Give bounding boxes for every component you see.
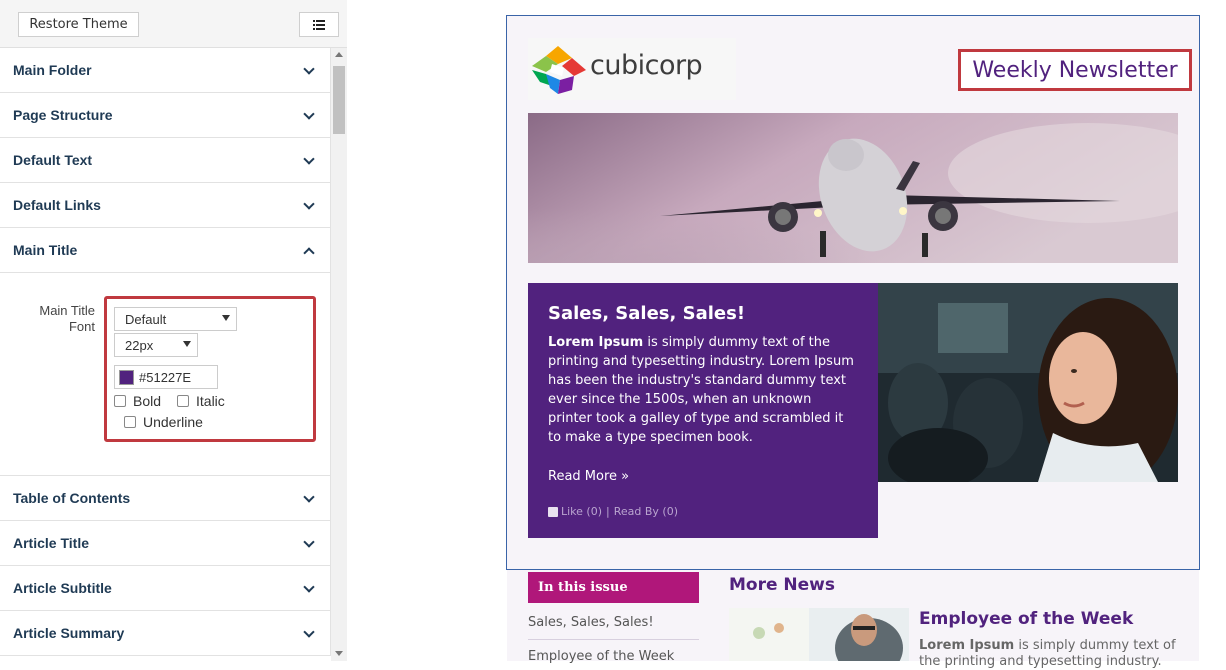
read-more-link[interactable]: Read More » <box>548 469 629 484</box>
chevron-down-icon <box>303 491 315 503</box>
restore-theme-button[interactable]: Restore Theme <box>18 12 139 37</box>
employee-photo <box>729 608 909 661</box>
panel-toolbar: Restore Theme <box>0 0 347 48</box>
scrollbar[interactable] <box>331 48 347 661</box>
dropdown-arrow-icon <box>183 341 191 347</box>
section-table-of-contents[interactable]: Table of Contents <box>0 476 331 521</box>
section-main-title[interactable]: Main Title <box>0 228 331 273</box>
chevron-down-icon <box>303 63 315 75</box>
section-label: Article Subtitle <box>13 580 112 596</box>
bold-label: Bold <box>133 393 162 409</box>
article-title: Sales, Sales, Sales! <box>548 303 746 324</box>
section-label: Article Summary <box>13 625 125 641</box>
section-label: Main Folder <box>13 62 92 78</box>
underline-label: Underline <box>143 414 203 430</box>
employee-summary: Lorem Ipsum is simply dummy text of the … <box>919 638 1179 670</box>
read-by-link[interactable]: Read By (0) <box>614 505 678 518</box>
toc-item-employee[interactable]: Employee of the Week <box>528 649 699 664</box>
chevron-up-icon <box>303 247 315 259</box>
font-family-select[interactable]: Default <box>114 307 237 331</box>
italic-checkbox[interactable] <box>177 395 189 407</box>
hero-airplane-image <box>528 113 1178 263</box>
section-label: Default Text <box>13 152 93 168</box>
toc-item-sales[interactable]: Sales, Sales, Sales! <box>528 615 699 630</box>
color-swatch[interactable] <box>119 369 134 385</box>
scroll-down-arrow-icon[interactable] <box>335 651 343 656</box>
scroll-up-arrow-icon[interactable] <box>335 52 343 57</box>
italic-option[interactable]: Italic <box>177 393 225 409</box>
font-settings-highlight: Default 22px #51227E Bold Italic Underli… <box>104 296 316 442</box>
meta-separator: | <box>606 505 610 518</box>
toc-divider <box>528 639 699 640</box>
cubicorp-logo-icon <box>532 46 586 94</box>
field-label-line: Main Title <box>39 303 95 318</box>
list-icon <box>313 19 325 30</box>
theme-panel: Restore Theme Main Folder Page Structure… <box>0 0 347 661</box>
article-summary: Lorem Ipsum is simply dummy text of the … <box>548 333 858 447</box>
field-label-line: Font <box>68 319 95 334</box>
chevron-down-icon <box>303 198 315 210</box>
article-photo-woman <box>878 283 1178 482</box>
list-view-button[interactable] <box>299 12 339 37</box>
toc-heading: In this issue <box>528 572 699 603</box>
article-meta: Like (0) | Read By (0) <box>548 505 678 518</box>
dropdown-arrow-icon <box>222 315 230 321</box>
section-article-summary[interactable]: Article Summary <box>0 611 331 656</box>
article-body-text: is simply dummy text of the printing and… <box>548 335 854 445</box>
section-main-folder[interactable]: Main Folder <box>0 48 331 93</box>
main-title-highlight[interactable]: Weekly Newsletter <box>958 49 1192 91</box>
underline-checkbox[interactable] <box>124 416 136 428</box>
chevron-down-icon <box>303 153 315 165</box>
more-news-heading: More News <box>729 575 836 595</box>
font-family-value: Default <box>125 311 167 327</box>
scrollbar-thumb[interactable] <box>333 66 345 134</box>
section-article-title[interactable]: Article Title <box>0 521 331 566</box>
font-size-value: 22px <box>125 337 154 353</box>
section-label: Article Title <box>13 535 89 551</box>
section-page-structure[interactable]: Page Structure <box>0 93 331 138</box>
employee-of-week-title[interactable]: Employee of the Week <box>919 609 1133 629</box>
italic-label: Italic <box>196 393 225 409</box>
section-label: Page Structure <box>13 107 113 123</box>
newsletter-title: Weekly Newsletter <box>972 57 1178 83</box>
section-default-text[interactable]: Default Text <box>0 138 331 183</box>
main-title-settings: Main Title Font Default 22px #51227E Bol… <box>0 273 331 476</box>
section-label: Table of Contents <box>13 490 131 506</box>
color-input[interactable]: #51227E <box>114 365 218 389</box>
chevron-down-icon <box>303 536 315 548</box>
like-link[interactable]: Like (0) <box>561 505 602 518</box>
settings-sections: Main Folder Page Structure Default Text … <box>0 48 331 661</box>
bold-checkbox[interactable] <box>114 395 126 407</box>
section-label: Default Links <box>13 197 101 213</box>
logo-wordmark: cubicorp <box>590 50 703 81</box>
employee-lead: Lorem Ipsum <box>919 638 1015 653</box>
article-lead: Lorem Ipsum <box>548 335 644 350</box>
like-thumb-icon <box>548 506 558 517</box>
underline-option[interactable]: Underline <box>124 414 203 430</box>
chevron-down-icon <box>303 581 315 593</box>
section-label: Main Title <box>13 242 78 258</box>
section-article-subtitle[interactable]: Article Subtitle <box>0 566 331 611</box>
section-default-links[interactable]: Default Links <box>0 183 331 228</box>
color-value: #51227E <box>139 369 192 385</box>
chevron-down-icon <box>303 626 315 638</box>
bold-option[interactable]: Bold <box>114 393 161 409</box>
font-size-select[interactable]: 22px <box>114 333 198 357</box>
main-title-font-label: Main Title Font <box>20 303 95 335</box>
featured-article: Sales, Sales, Sales! Lorem Ipsum is simp… <box>528 283 878 538</box>
chevron-down-icon <box>303 108 315 120</box>
